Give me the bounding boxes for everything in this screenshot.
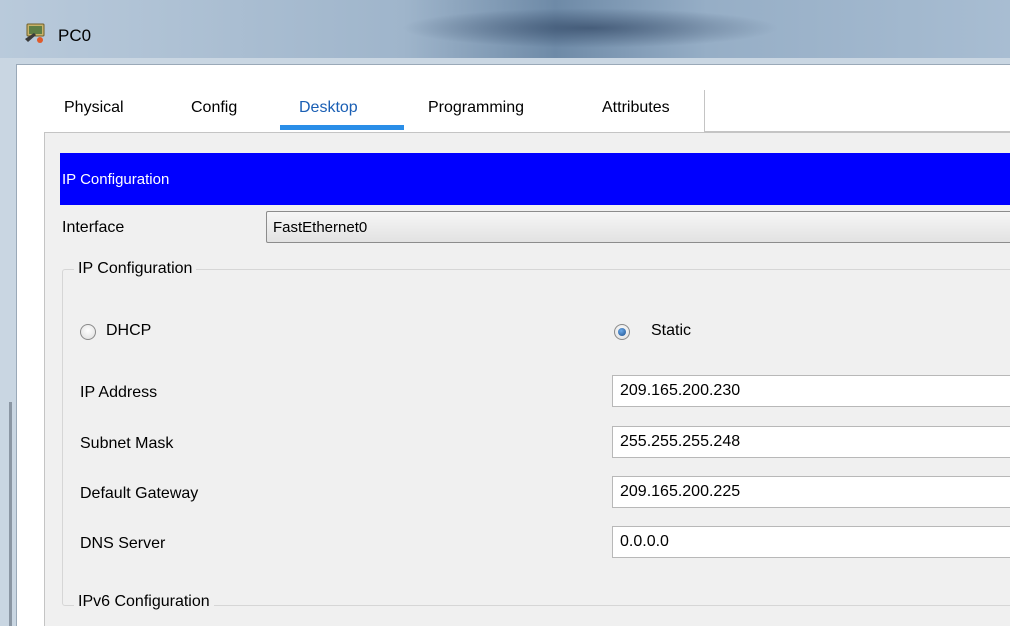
dhcp-label[interactable]: DHCP	[106, 322, 151, 340]
ip-address-label: IP Address	[80, 384, 158, 401]
tab-attributes[interactable]: Attributes	[602, 99, 670, 117]
tab-physical[interactable]: Physical	[64, 99, 124, 117]
pc0-window: PC0 Physical Config Desktop Programming …	[0, 0, 1010, 626]
tab-desktop[interactable]: Desktop	[299, 99, 358, 117]
dns-server-input[interactable]	[612, 526, 1010, 558]
window-title: PC0	[58, 26, 92, 45]
subnet-mask-input[interactable]	[612, 426, 1010, 458]
interface-select-value: FastEthernet0	[273, 219, 368, 236]
ip-configuration-group-title: IP Configuration	[74, 260, 197, 278]
window-left-edge	[9, 402, 12, 626]
interface-select[interactable]: FastEthernet0	[266, 211, 1010, 243]
pc-device-icon	[25, 23, 45, 43]
active-tab-indicator	[280, 125, 404, 130]
tab-programming[interactable]: Programming	[428, 99, 524, 117]
static-radio[interactable]	[614, 324, 630, 340]
tab-bar: Physical Config Desktop Programming Attr…	[40, 88, 1010, 132]
tab-bar-border	[704, 90, 1010, 132]
ip-address-input[interactable]	[612, 375, 1010, 407]
dns-server-label: DNS Server	[80, 535, 166, 552]
subnet-mask-label: Subnet Mask	[80, 435, 174, 452]
title-bar-glow	[400, 8, 780, 48]
tab-config[interactable]: Config	[191, 99, 237, 117]
static-label[interactable]: Static	[651, 322, 691, 340]
ipv6-configuration-group-title: IPv6 Configuration	[74, 593, 214, 611]
dhcp-radio[interactable]	[80, 324, 96, 340]
title-bar[interactable]: PC0	[0, 0, 1010, 58]
ip-configuration-header-title: IP Configuration	[62, 171, 170, 188]
default-gateway-label: Default Gateway	[80, 485, 199, 502]
default-gateway-input[interactable]	[612, 476, 1010, 508]
interface-label: Interface	[62, 219, 125, 236]
ip-configuration-header: IP Configuration	[60, 153, 1010, 205]
